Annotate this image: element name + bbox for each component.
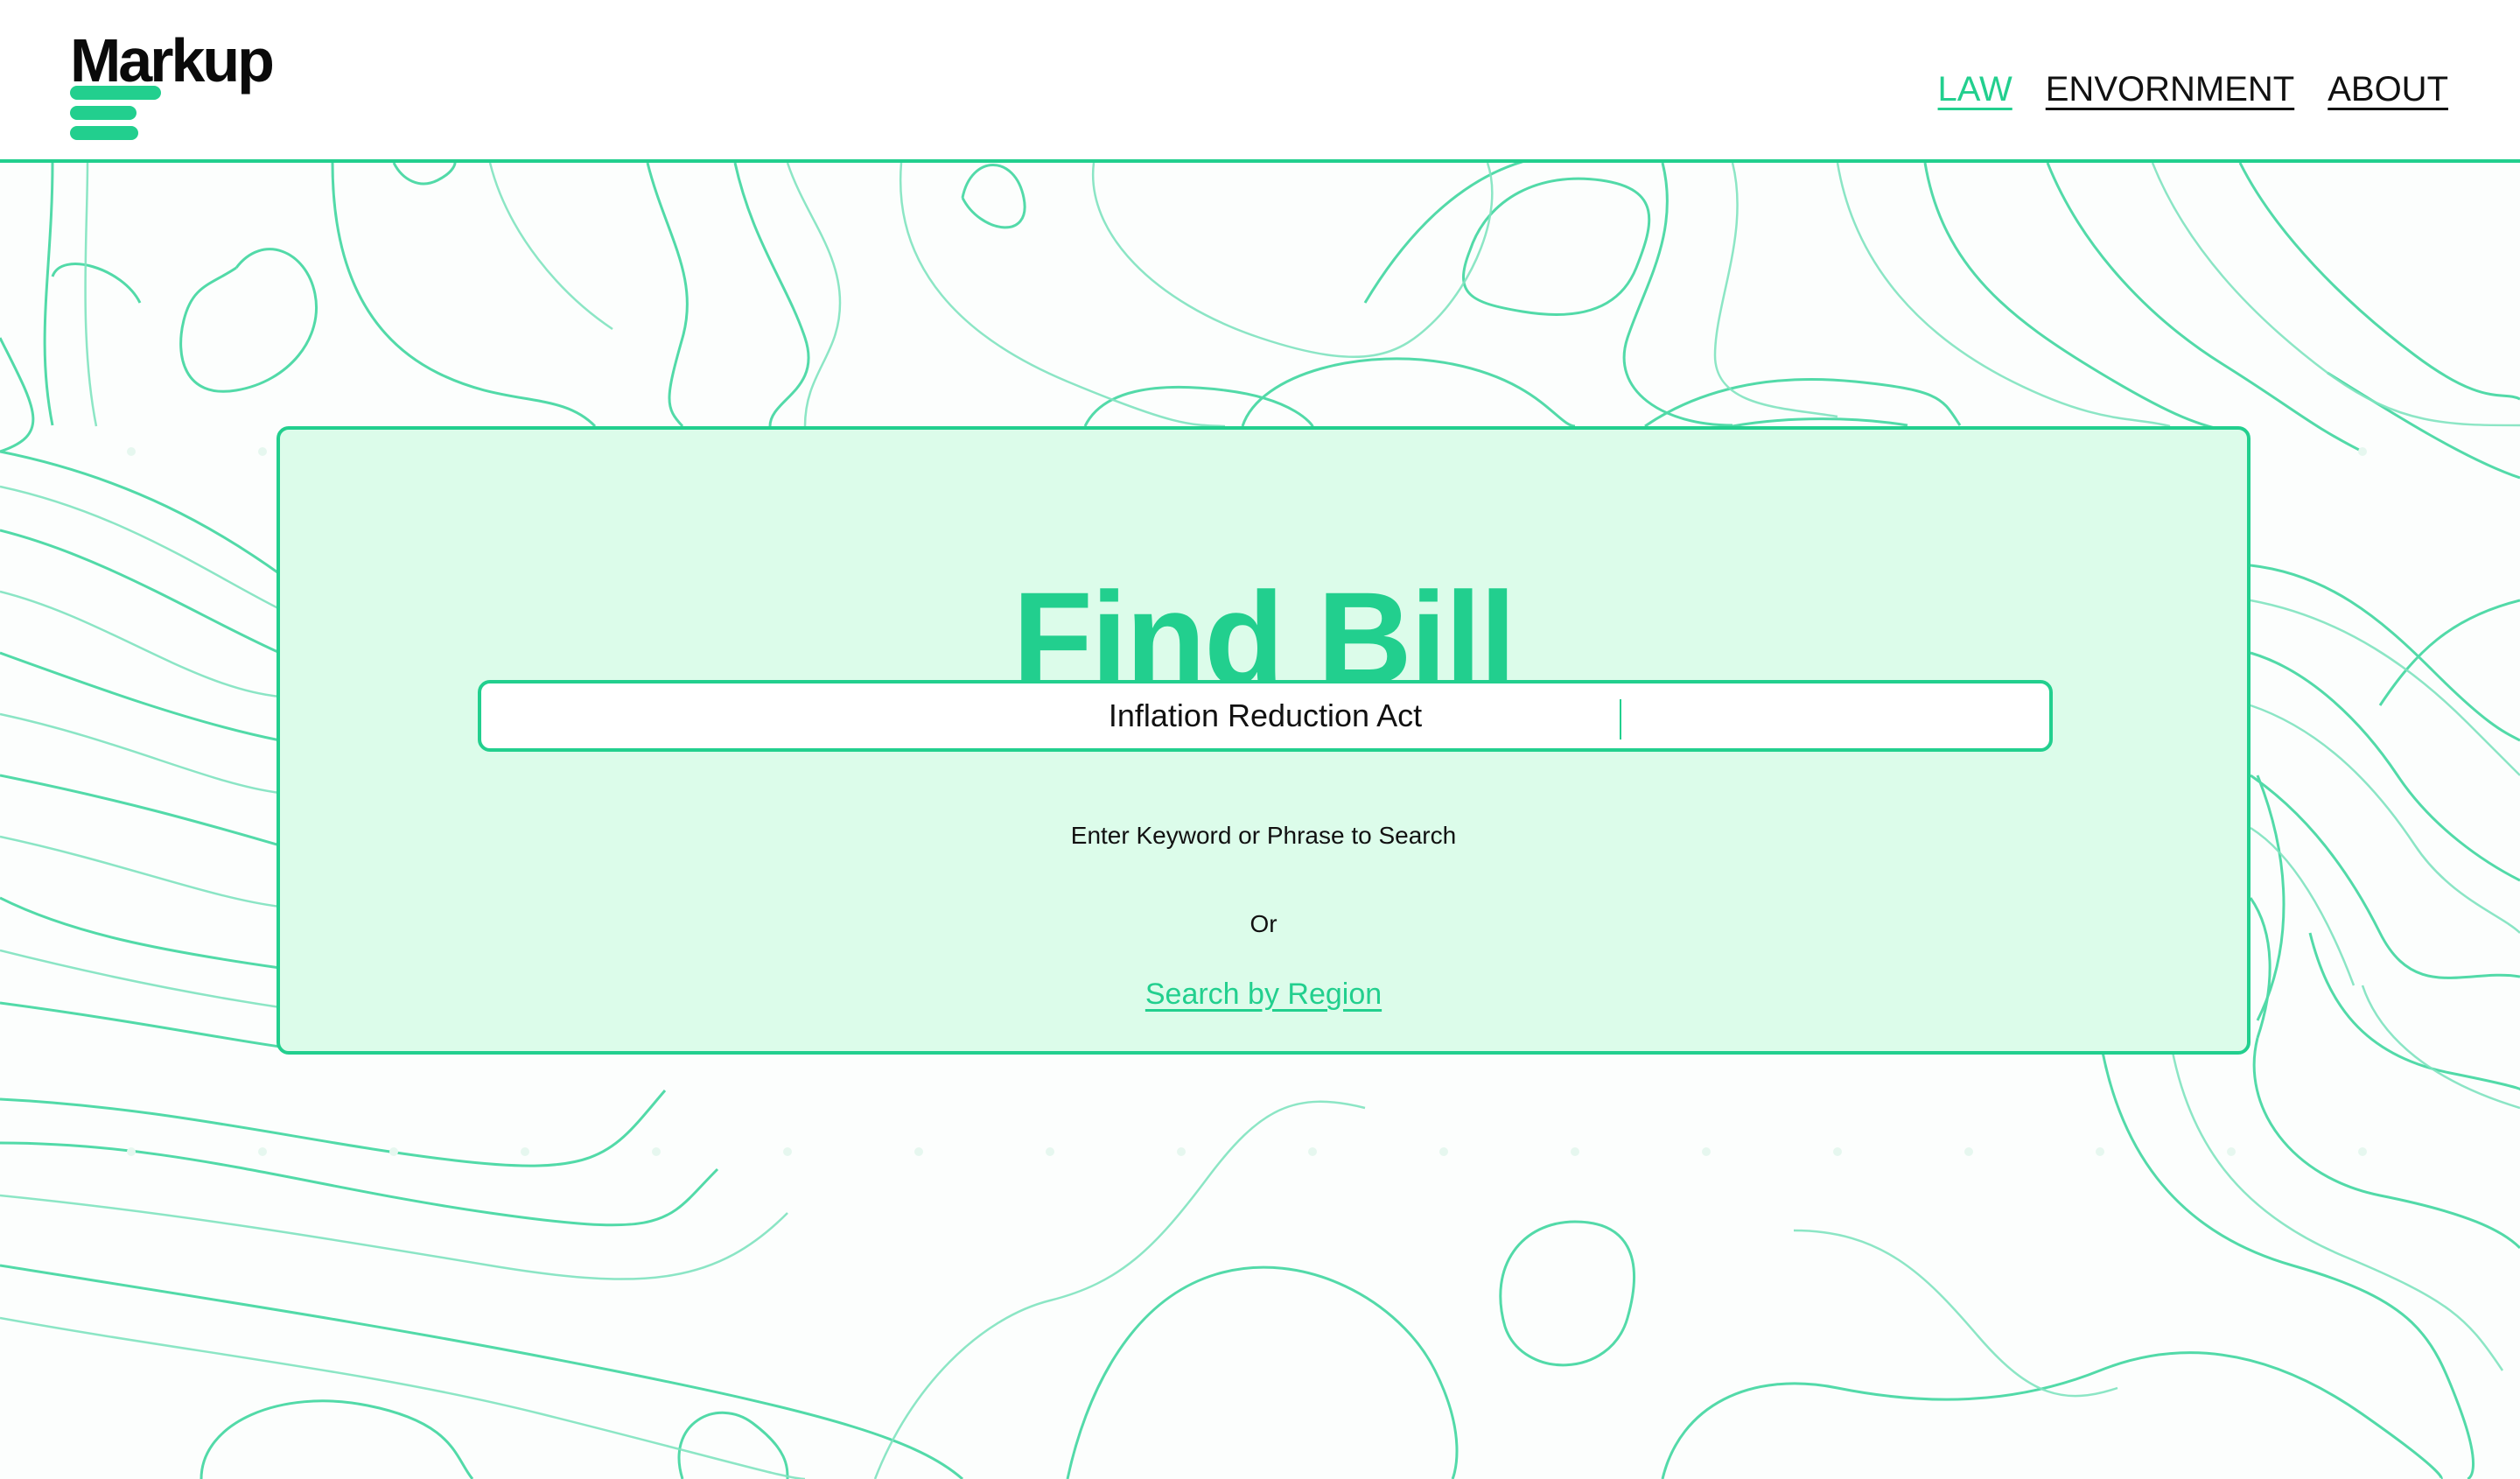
search-by-region-link[interactable]: Search by Region bbox=[280, 978, 2247, 1012]
find-bill-card: Find Bill Enter Keyword or Phrase to Sea… bbox=[276, 426, 2250, 1055]
nav-law[interactable]: LAW bbox=[1938, 70, 2012, 109]
site-header: Markup LAW ENVORNMENT ABOUT bbox=[0, 0, 2520, 163]
logo[interactable]: Markup bbox=[70, 26, 298, 140]
main-nav: LAW ENVORNMENT ABOUT bbox=[1938, 70, 2448, 109]
logo-bar-icon bbox=[70, 126, 138, 140]
search-hint: Enter Keyword or Phrase to Search bbox=[1070, 822, 1457, 849]
logo-text: Markup bbox=[70, 26, 275, 95]
nav-environment[interactable]: ENVORNMENT bbox=[2046, 70, 2294, 109]
search-input[interactable] bbox=[481, 683, 2049, 748]
or-separator: Or bbox=[1250, 910, 1278, 937]
search-box[interactable] bbox=[478, 680, 2053, 752]
logo-bar-icon bbox=[70, 106, 136, 120]
logo-bar-icon bbox=[70, 86, 161, 100]
text-cursor bbox=[1620, 699, 1621, 740]
nav-about[interactable]: ABOUT bbox=[2328, 70, 2448, 109]
